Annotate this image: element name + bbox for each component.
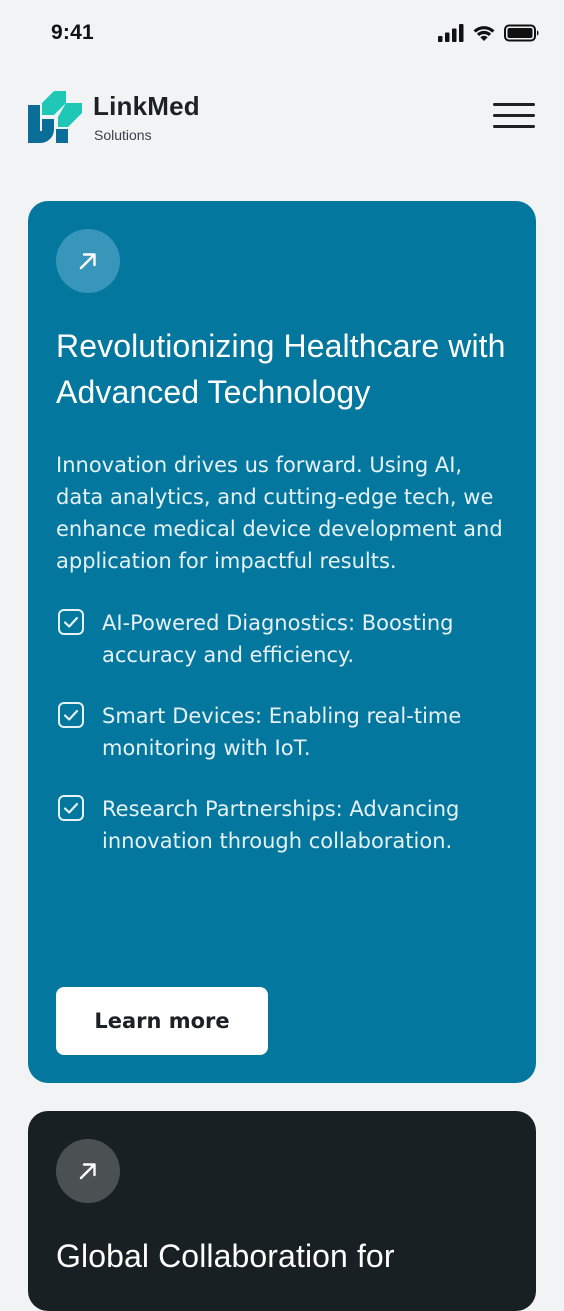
feature-card-healthcare-tech: Revolutionizing Healthcare with Advanced… — [28, 201, 536, 1083]
cellular-signal-icon — [438, 24, 464, 42]
brand-name: LinkMed — [93, 91, 200, 121]
card-title: Global Collaboration for — [56, 1238, 395, 1274]
battery-icon — [504, 24, 539, 42]
checkbox-checked-icon — [58, 795, 84, 821]
feature-item: Smart Devices: Enabling real-time monito… — [56, 700, 516, 764]
feature-text: Research Partnerships: Advancing innovat… — [102, 797, 460, 853]
feature-item: AI-Powered Diagnostics: Boosting accurac… — [56, 607, 516, 671]
card-description: Innovation drives us forward. Using AI, … — [56, 453, 503, 573]
linkmed-logo-icon[interactable] — [28, 89, 82, 143]
feature-item: Research Partnerships: Advancing innovat… — [56, 793, 516, 857]
feature-text: Smart Devices: Enabling real-time monito… — [102, 704, 462, 760]
site-header: LinkMed Solutions — [0, 68, 564, 178]
arrow-up-right-icon[interactable] — [56, 1139, 120, 1203]
hamburger-menu-icon[interactable] — [490, 100, 538, 132]
status-icons — [438, 24, 540, 42]
brand-subtitle: Solutions — [94, 127, 152, 143]
feature-card-global-collaboration: Global Collaboration for — [28, 1111, 536, 1311]
checkbox-checked-icon — [58, 609, 84, 635]
learn-more-button[interactable]: Learn more — [56, 987, 268, 1055]
checkbox-checked-icon — [58, 702, 84, 728]
status-time: 9:41 — [51, 21, 94, 44]
wifi-icon — [473, 26, 495, 41]
feature-list: AI-Powered Diagnostics: Boosting accurac… — [56, 607, 516, 886]
feature-text: AI-Powered Diagnostics: Boosting accurac… — [102, 611, 454, 667]
card-title: Revolutionizing Healthcare with Advanced… — [56, 328, 506, 410]
status-bar: 9:41 — [0, 0, 564, 68]
arrow-up-right-icon[interactable] — [56, 229, 120, 293]
